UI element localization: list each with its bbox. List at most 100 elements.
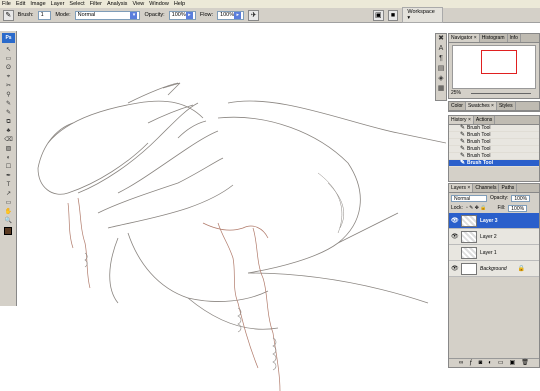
history-item[interactable]: ✎ Brush Tool [449, 153, 539, 160]
layer-mask-icon[interactable]: ◙ [479, 359, 483, 367]
menu-view[interactable]: View [132, 0, 144, 8]
workspace-button[interactable]: Workspace ▾ [402, 7, 443, 23]
layer-row[interactable]: 👁 Layer 2 [449, 229, 539, 245]
airbrush-icon[interactable]: ✈ [248, 9, 259, 21]
layer-row[interactable]: 👁 Background 🔒 [449, 261, 539, 277]
menu-analysis[interactable]: Analysis [107, 0, 127, 8]
brush-tool-icon[interactable]: ✎ [3, 109, 14, 117]
shape-tool-icon[interactable]: ☐ [3, 163, 14, 171]
tab-histogram[interactable]: Histogram [480, 34, 508, 42]
chevron-right-icon: ▸ [185, 11, 193, 19]
foreground-color-swatch[interactable] [4, 227, 12, 235]
link-layers-icon[interactable]: ∞ [459, 359, 463, 367]
bridge-icon[interactable]: ■ [387, 9, 399, 21]
mode-label: Mode: [55, 12, 71, 18]
eraser-tool-icon[interactable]: ⌫ [3, 136, 14, 144]
opacity-label: Opacity: [144, 12, 165, 18]
history-item-label: Brush Tool [467, 160, 494, 166]
layer-name: Background [480, 266, 507, 272]
type-tool-icon[interactable]: T [3, 181, 14, 189]
tab-history[interactable]: History × [449, 116, 474, 124]
palette-well-icon[interactable]: ▣ [373, 9, 384, 21]
tab-paths[interactable]: Paths [499, 184, 518, 192]
lock-label: Lock: [451, 205, 463, 211]
tab-channels[interactable]: Channels [473, 184, 500, 192]
history-item[interactable]: ✎ Brush Tool [449, 139, 539, 146]
tool-presets-icon[interactable]: ✖ [436, 34, 446, 44]
layer-row-selected[interactable]: 👁 Layer 3 [449, 213, 539, 229]
tab-styles[interactable]: Styles [497, 102, 516, 110]
paragraph-icon[interactable]: ¶ [436, 54, 446, 64]
zoom-tool-icon[interactable]: 🔍 [3, 217, 14, 225]
eyedropper-tool-icon[interactable]: ⚲ [3, 91, 14, 99]
menu-layer[interactable]: Layer [51, 0, 65, 8]
navigator-view-box[interactable] [481, 50, 517, 74]
layers-tabs: Layers × Channels Paths [449, 184, 539, 193]
brush-preset-icon[interactable]: ✎ [3, 9, 14, 21]
tab-color[interactable]: Color [449, 102, 466, 110]
eye-icon[interactable]: 👁 [451, 229, 459, 245]
brushes-icon[interactable]: ▤ [436, 64, 446, 74]
tab-actions[interactable]: Actions [474, 116, 496, 124]
menu-select[interactable]: Select [69, 0, 84, 8]
crop-tool-icon[interactable]: ✂ [3, 82, 14, 90]
navigator-panel: Navigator × Histogram Info 25% [448, 33, 540, 99]
eye-icon[interactable] [451, 245, 453, 261]
history-item[interactable]: ✎ Brush Tool [449, 132, 539, 139]
menu-filter[interactable]: Filter [90, 0, 102, 8]
lock-icon: 🔒 [517, 266, 525, 272]
dodge-tool-icon[interactable]: ◐ [3, 154, 14, 162]
healing-brush-tool-icon[interactable]: ✎ [3, 100, 14, 108]
zoom-slider[interactable] [471, 93, 531, 94]
layer-opacity-field[interactable]: 100% [511, 194, 531, 202]
menu-help[interactable]: Help [174, 0, 185, 8]
new-group-icon[interactable]: ▭ [498, 359, 504, 367]
navigator-tabs: Navigator × Histogram Info [449, 34, 539, 43]
menu-image[interactable]: Image [30, 0, 45, 8]
history-item-selected[interactable]: ✎ Brush Tool [449, 160, 539, 167]
lock-icons[interactable]: ▫ ✎ ✥ 🔒 [466, 205, 487, 211]
mode-select[interactable]: Normal ▾ [74, 10, 141, 20]
opacity-field[interactable]: 100% ▸ [168, 10, 196, 20]
menu-file[interactable]: File [2, 0, 11, 8]
flow-field[interactable]: 100% ▸ [217, 10, 245, 20]
gradient-tool-icon[interactable]: ▨ [3, 145, 14, 153]
path-selection-tool-icon[interactable]: ↗ [3, 190, 14, 198]
move-tool-icon[interactable]: ↖ [3, 46, 14, 54]
fill-label: Fill: [497, 205, 506, 211]
photoshop-logo: Ps [2, 33, 15, 43]
layer-comps-icon[interactable]: ▦ [436, 84, 446, 94]
layer-row[interactable]: Layer 1 [449, 245, 539, 261]
blend-mode-select[interactable]: Normal [451, 194, 487, 202]
brush-icon: ✎ [460, 139, 466, 145]
fill-field[interactable]: 100% [508, 204, 528, 212]
tab-layers[interactable]: Layers × [449, 184, 474, 192]
navigator-thumbnail[interactable] [452, 45, 536, 89]
document-canvas[interactable] [18, 23, 447, 391]
tab-navigator[interactable]: Navigator × [449, 34, 480, 42]
eye-icon[interactable]: 👁 [451, 261, 459, 277]
zoom-level[interactable]: 25% [451, 90, 461, 96]
tab-swatches[interactable]: Swatches × [465, 102, 497, 110]
magic-wand-tool-icon[interactable]: ⌖ [3, 73, 14, 81]
tab-info[interactable]: Info [508, 34, 521, 42]
history-brush-tool-icon[interactable]: ♣ [3, 127, 14, 135]
new-layer-icon[interactable]: ▣ [510, 359, 516, 367]
delete-layer-icon[interactable]: 🗑 [521, 359, 529, 367]
adjustment-layer-icon[interactable]: ◐ [488, 359, 492, 367]
character-icon[interactable]: A [436, 44, 446, 54]
pen-tool-icon[interactable]: ✒ [3, 172, 14, 180]
lasso-tool-icon[interactable]: ʘ [3, 64, 14, 72]
clone-source-icon[interactable]: ◈ [436, 74, 446, 84]
history-item[interactable]: ✎ Brush Tool [449, 125, 539, 132]
layer-style-icon[interactable]: ƒ [469, 359, 472, 367]
eye-icon[interactable]: 👁 [451, 213, 459, 229]
menu-window[interactable]: Window [149, 0, 169, 8]
brush-size-picker[interactable]: 1 [37, 10, 52, 20]
menu-edit[interactable]: Edit [16, 0, 25, 8]
hand-tool-icon[interactable]: ✋ [3, 208, 14, 216]
rectangle-tool-icon[interactable]: ▭ [3, 199, 14, 207]
clone-stamp-tool-icon[interactable]: ⧉ [3, 118, 14, 126]
marquee-tool-icon[interactable]: ▭ [3, 55, 14, 63]
history-item[interactable]: ✎ Brush Tool [449, 146, 539, 153]
